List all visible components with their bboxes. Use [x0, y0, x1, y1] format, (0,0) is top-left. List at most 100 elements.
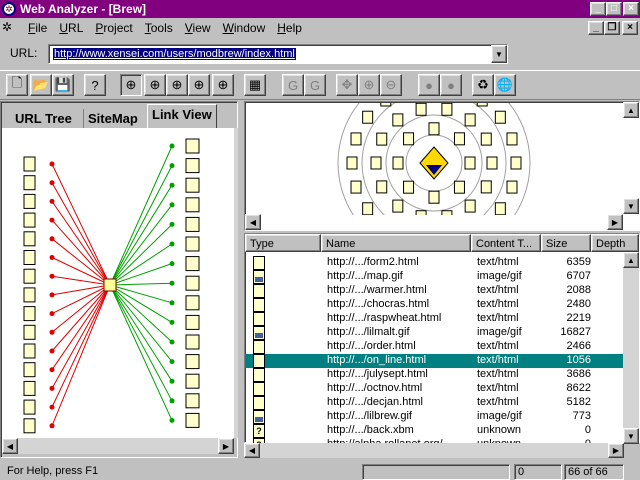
url-input[interactable]: http://www.xensei.com/users/modbrew/inde… [48, 44, 508, 64]
grid-icon[interactable]: ▦ [244, 74, 266, 96]
sitemap-view[interactable]: ▲ ▼ ◀ ▶ [244, 101, 640, 231]
menu-bar: ✲ File URL Project Tools View Window Hel… [0, 18, 640, 38]
incoming-link-line [51, 284, 111, 315]
incoming-link-line [51, 201, 111, 286]
menu-project[interactable]: Project [89, 21, 138, 35]
close-button[interactable]: × [623, 2, 639, 16]
table-row[interactable]: http://.../raspwheat.html text/html 2219 [245, 312, 625, 326]
refresh-icon[interactable]: ♻ [472, 74, 494, 96]
scroll-right-arrow-icon[interactable]: ▶ [218, 438, 234, 454]
file-name: http://.../warmer.html [327, 284, 427, 296]
forward-icon[interactable]: G [304, 74, 326, 96]
link-endpoint [49, 198, 55, 204]
url-value[interactable]: http://www.xensei.com/users/modbrew/inde… [53, 48, 296, 60]
file-size: 16827 [560, 326, 591, 338]
column-depth[interactable]: Depth [591, 234, 639, 252]
url-dropdown-button[interactable]: ▼ [491, 45, 507, 63]
link-endpoint [49, 385, 55, 391]
back-icon[interactable]: G [282, 74, 304, 96]
table-row[interactable]: http://.../form2.html text/html 6359 [245, 256, 625, 270]
link-view-graph[interactable] [2, 128, 234, 438]
menu-tools[interactable]: Tools [139, 21, 179, 35]
list-scroll-left-arrow-icon[interactable]: ◀ [244, 443, 260, 458]
sitemap-scroll-left-arrow-icon[interactable]: ◀ [245, 214, 261, 230]
menu-help[interactable]: Help [271, 21, 308, 35]
link-endpoint [169, 221, 175, 227]
sitemap-scroll-up-arrow-icon[interactable]: ▲ [623, 102, 639, 118]
column-name[interactable]: Name [321, 234, 471, 252]
splitter[interactable] [234, 128, 238, 438]
table-row[interactable]: http://.../julysept.html text/html 3686 [245, 368, 625, 382]
table-row[interactable]: http://.../decjan.html text/html 5182 [245, 396, 625, 410]
table-row[interactable]: http://.../order.html text/html 2466 [245, 340, 625, 354]
table-row[interactable]: http://.../warmer.html text/html 2088 [245, 284, 625, 298]
new-icon[interactable]: 🗋 [6, 74, 28, 96]
list-scroll-up-arrow-icon[interactable]: ▲ [623, 252, 639, 268]
file-size: 773 [572, 410, 591, 422]
column-size[interactable]: Size [541, 234, 591, 252]
url-bar: URL: http://www.xensei.com/users/modbrew… [0, 40, 640, 68]
link-endpoint [49, 273, 55, 279]
menu-window[interactable]: Window [217, 21, 272, 35]
maximize-button[interactable]: □ [606, 2, 622, 16]
table-row[interactable]: http://.../map.gif image/gif 6707 [245, 270, 625, 284]
file-list-vertical-scrollbar[interactable]: ▲ ▼ [623, 252, 639, 444]
table-row[interactable]: http://.../chocras.html text/html 2480 [245, 298, 625, 312]
column-content-type[interactable]: Content T... [471, 234, 541, 252]
file-list[interactable]: Type Name Content T... Size Depth http:/… [244, 233, 640, 452]
target-right-icon[interactable]: ⊕ [188, 74, 210, 96]
table-row[interactable]: http://.../octnov.html text/html 8622 [245, 382, 625, 396]
tab-link-view[interactable]: Link View [147, 104, 217, 130]
table-row[interactable]: http://.../lilbrew.gif image/gif 773 [245, 410, 625, 424]
target-top-icon[interactable]: ⊕ [212, 74, 234, 96]
web-analyzer-icon[interactable]: ✲ [2, 2, 16, 16]
zoom-in-icon[interactable]: ⊕ [358, 74, 380, 96]
target-icon[interactable]: ⊕ [144, 74, 166, 96]
sitemap-node [510, 156, 522, 170]
column-type[interactable]: Type [245, 234, 321, 252]
menu-view[interactable]: View [179, 21, 217, 35]
sitemap-scroll-right-arrow-icon[interactable]: ▶ [607, 214, 623, 230]
file-list-horizontal-scrollbar[interactable]: ◀ ▶ [244, 443, 624, 458]
sitemap-node [362, 110, 374, 124]
file-size: 5182 [566, 396, 591, 408]
pause-icon[interactable]: ● [440, 74, 462, 96]
file-name: http://.../octnov.html [327, 382, 423, 394]
file-content-type: text/html [477, 298, 519, 310]
list-scroll-right-arrow-icon[interactable]: ▶ [608, 443, 624, 458]
graph-horizontal-scrollbar[interactable]: ◀ ▶ [2, 438, 234, 454]
menu-url[interactable]: URL [53, 21, 89, 35]
table-row[interactable]: http://.../lilmalt.gif image/gif 16827 [245, 326, 625, 340]
doc-minimize-button[interactable]: _ [588, 21, 604, 35]
doc-close-button[interactable]: × [622, 21, 638, 35]
globe-icon[interactable]: 🌐 [494, 74, 516, 96]
doc-restore-button[interactable]: ❐ [604, 21, 620, 35]
link-endpoint [169, 359, 175, 365]
list-scroll-down-arrow-icon[interactable]: ▼ [623, 428, 639, 444]
sitemap-node [506, 180, 518, 194]
target-left-icon[interactable]: ⊕ [166, 74, 188, 96]
help-icon[interactable]: ? [84, 74, 106, 96]
file-size: 2219 [566, 312, 591, 324]
crosshair-icon[interactable]: ⊕ [120, 74, 142, 96]
minimize-button[interactable]: _ [590, 2, 606, 16]
page-icon [23, 156, 36, 172]
save-icon[interactable]: 💾 [52, 74, 74, 96]
document-system-icon[interactable]: ✲ [2, 20, 22, 36]
table-row[interactable]: ? http://.../back.xbm unknown 0 [245, 424, 625, 438]
incoming-link-line [51, 219, 111, 286]
table-row[interactable]: http://.../on_line.html text/html 1056 [245, 354, 625, 368]
center-icon[interactable]: ✥ [336, 74, 358, 96]
sitemap-scroll-down-arrow-icon[interactable]: ▼ [623, 198, 639, 214]
zoom-out-icon[interactable]: ⊖ [380, 74, 402, 96]
outgoing-link-line [109, 284, 173, 323]
stop-icon[interactable]: ● [418, 74, 440, 96]
link-endpoint [49, 348, 55, 354]
menu-file[interactable]: File [22, 21, 53, 35]
sitemap-node [453, 132, 465, 146]
status-count: 0 [514, 464, 562, 480]
file-name: http://.../chocras.html [327, 298, 430, 310]
open-folder-icon[interactable]: 📂 [30, 74, 52, 96]
scroll-left-arrow-icon[interactable]: ◀ [2, 438, 18, 454]
page-icon [185, 393, 200, 409]
